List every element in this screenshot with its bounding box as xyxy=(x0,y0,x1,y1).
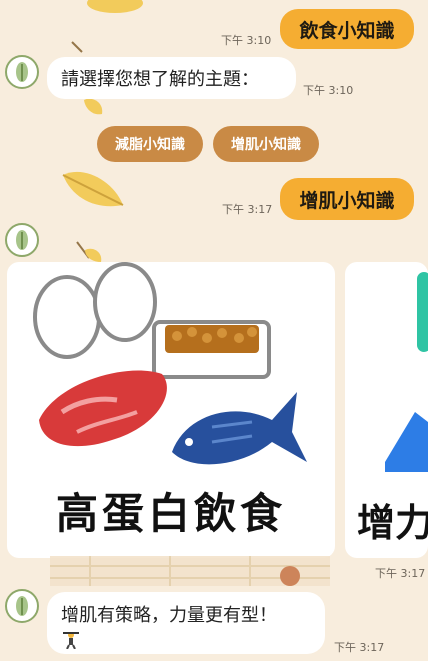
incoming-message: 增肌有策略，力量更有型！ xyxy=(47,592,325,654)
carousel-card-high-protein[interactable]: 高蛋白飲食 xyxy=(7,262,335,558)
incoming-message: 請選擇您想了解的主題： xyxy=(47,57,296,99)
twig-decoration xyxy=(71,41,83,53)
quick-reply-muscle-gain[interactable]: 增肌小知識 xyxy=(213,126,319,162)
leaf-decoration xyxy=(76,241,102,262)
bot-avatar[interactable] xyxy=(5,55,39,89)
carousel-card-muscle[interactable]: 增力 xyxy=(345,262,428,558)
message-text: 飲食小知識 xyxy=(299,19,395,42)
quick-reply-fat-loss[interactable]: 減脂小知識 xyxy=(97,126,203,162)
outgoing-message: 飲食小知識 xyxy=(280,9,414,49)
message-timestamp: 下午 3:10 xyxy=(303,84,354,97)
leaf-decoration xyxy=(87,0,143,13)
carousel-card-title: 增力 xyxy=(357,501,428,545)
leaf-decoration xyxy=(84,98,103,115)
weightlifter-emoji-icon xyxy=(63,632,79,649)
leaf-logo-icon xyxy=(16,230,28,250)
message-timestamp: 下午 3:10 xyxy=(221,34,272,47)
message-timestamp: 下午 3:17 xyxy=(375,567,426,580)
message-timestamp: 下午 3:17 xyxy=(334,641,385,654)
message-text: 增肌小知識 xyxy=(299,189,395,212)
outgoing-message: 增肌小知識 xyxy=(280,178,414,220)
bot-avatar[interactable] xyxy=(5,223,39,257)
message-timestamp: 下午 3:17 xyxy=(222,203,273,216)
bot-avatar[interactable] xyxy=(5,589,39,623)
leaf-logo-icon xyxy=(16,62,28,82)
carousel-card-title: 高蛋白飲食 xyxy=(55,489,286,538)
message-text: 增肌有策略，力量更有型！ xyxy=(61,605,277,626)
leaf-logo-icon xyxy=(16,596,28,616)
leaf-decoration xyxy=(62,171,124,207)
background-illustration xyxy=(50,556,330,586)
message-text: 請選擇您想了解的主題： xyxy=(61,69,259,90)
